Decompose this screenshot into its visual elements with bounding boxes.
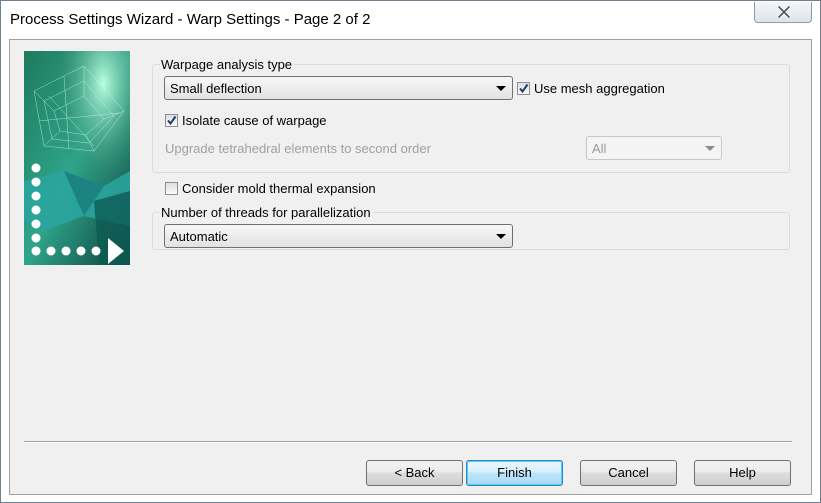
threads-dropdown[interactable]: Automatic xyxy=(164,224,513,248)
mold-thermal-expansion-checkbox[interactable]: Consider mold thermal expansion xyxy=(165,181,376,196)
chevron-down-icon xyxy=(496,234,506,239)
use-mesh-aggregation-label: Use mesh aggregation xyxy=(534,81,665,96)
window-title: Process Settings Wizard - Warp Settings … xyxy=(10,11,371,28)
wizard-mesh-image xyxy=(24,51,130,265)
upgrade-tetra-label: Upgrade tetrahedral elements to second o… xyxy=(165,141,431,156)
title-bar[interactable]: Process Settings Wizard - Warp Settings … xyxy=(1,1,820,39)
finish-button[interactable]: Finish xyxy=(466,460,563,486)
back-button[interactable]: < Back xyxy=(366,460,463,486)
analysis-type-dropdown[interactable]: Small deflection xyxy=(164,76,513,100)
use-mesh-aggregation-checkbox[interactable]: Use mesh aggregation xyxy=(517,81,665,96)
close-icon xyxy=(777,6,791,18)
threads-group-label: Number of threads for parallelization xyxy=(160,205,373,220)
chevron-down-icon xyxy=(705,146,715,151)
threads-value: Automatic xyxy=(170,229,228,244)
checkbox-unchecked-icon xyxy=(165,182,178,195)
checkbox-checked-icon xyxy=(165,114,178,127)
footer-separator xyxy=(24,441,792,443)
help-button[interactable]: Help xyxy=(694,460,791,486)
isolate-cause-checkbox[interactable]: Isolate cause of warpage xyxy=(165,113,327,128)
warpage-group-label: Warpage analysis type xyxy=(160,57,295,72)
upgrade-tetra-value: All xyxy=(592,141,607,156)
mold-thermal-expansion-label: Consider mold thermal expansion xyxy=(182,181,376,196)
chevron-down-icon xyxy=(496,86,506,91)
dialog-window: Process Settings Wizard - Warp Settings … xyxy=(0,0,821,503)
close-button[interactable] xyxy=(754,2,812,23)
upgrade-tetra-dropdown[interactable]: All xyxy=(586,136,722,160)
dialog-client-area: Warpage analysis type Small deflection U… xyxy=(9,39,812,495)
analysis-type-value: Small deflection xyxy=(170,81,262,96)
cancel-button[interactable]: Cancel xyxy=(580,460,677,486)
isolate-cause-label: Isolate cause of warpage xyxy=(182,113,327,128)
checkbox-checked-icon xyxy=(517,82,530,95)
